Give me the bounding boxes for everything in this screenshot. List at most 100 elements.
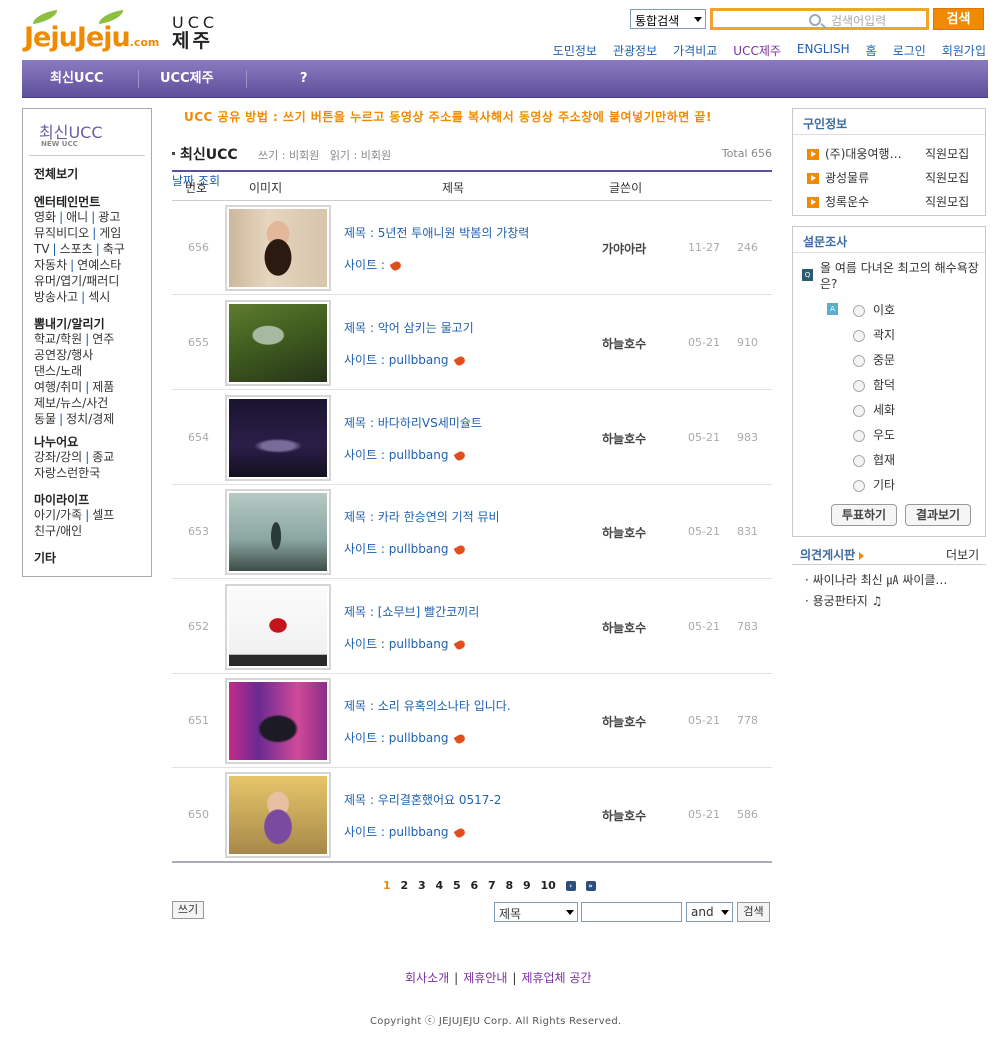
radio-icon[interactable] (853, 329, 865, 342)
nav-link-price[interactable]: 가격비교 (673, 42, 717, 59)
page-link[interactable]: 4 (436, 879, 444, 892)
post-title-link[interactable]: 제목 : 우리결혼했어요 0517-2 (344, 791, 501, 808)
video-thumbnail[interactable] (225, 678, 331, 764)
sidebar-item-all[interactable]: 전체보기 (34, 165, 78, 182)
nav-link-signup[interactable]: 회원가입 (942, 42, 986, 59)
poll-result-button[interactable]: 결과보기 (905, 504, 971, 526)
sidebar-item-friends[interactable]: 친구/애인 (34, 524, 82, 538)
list-item[interactable]: 광성물류 직원모집 (807, 169, 977, 186)
video-thumbnail[interactable] (225, 395, 331, 481)
opinion-more-link[interactable]: 더보기 (946, 546, 979, 563)
nav-link-ucc[interactable]: UCC제주 (733, 42, 781, 59)
sidebar-item-product[interactable]: 제품 (92, 380, 114, 394)
poll-option[interactable]: 이호 (853, 301, 895, 318)
main-nav-latest-ucc[interactable]: 최신UCC (50, 60, 104, 98)
footer-link-company[interactable]: 회사소개 (405, 971, 449, 985)
list-item[interactable]: (주)대웅여행… 직원모집 (807, 145, 977, 162)
sidebar-item-musicvideo[interactable]: 뮤직비디오 (34, 226, 89, 240)
post-title-link[interactable]: 제목 : 소리 유혹의소나타 입니다. (344, 697, 511, 714)
poll-option[interactable]: 세화 (853, 401, 895, 418)
post-site-link[interactable]: 사이트 : pullbbang (344, 635, 466, 652)
post-site-link[interactable]: 사이트 : pullbbang (344, 446, 466, 463)
video-thumbnail[interactable] (225, 584, 331, 670)
sidebar-item-event[interactable]: 공연장/행사 (34, 348, 93, 362)
sidebar-item-school[interactable]: 학교/학원 (34, 332, 82, 346)
poll-option[interactable]: 함덕 (853, 376, 895, 393)
footer-link-partnership[interactable]: 제휴안내 (463, 971, 507, 985)
page-link[interactable]: 2 (401, 879, 409, 892)
post-title-link[interactable]: 제목 : 5년전 투애니원 박봄의 가창력 (344, 224, 529, 241)
video-thumbnail[interactable] (225, 772, 331, 858)
radio-icon[interactable] (853, 379, 865, 392)
page-link[interactable]: 5 (453, 879, 461, 892)
search-scope-select[interactable]: 통합검색 (630, 9, 706, 29)
sidebar-item-accident[interactable]: 방송사고 (34, 290, 78, 304)
sidebar-item-movie[interactable]: 영화 (34, 210, 56, 224)
footer-link-partners[interactable]: 제휴업체 공간 (521, 971, 591, 985)
radio-icon[interactable] (853, 479, 865, 492)
sidebar-item-animal[interactable]: 동물 (34, 412, 56, 426)
page-link[interactable]: 3 (418, 879, 426, 892)
radio-icon[interactable] (853, 429, 865, 442)
search-button[interactable]: 검색 (933, 8, 984, 30)
page-link[interactable]: 10 (541, 879, 556, 892)
sidebar-item-game[interactable]: 게임 (99, 226, 121, 240)
post-site-link[interactable]: 사이트 : pullbbang (344, 351, 466, 368)
page-link[interactable]: 1 (383, 879, 391, 892)
radio-icon[interactable] (853, 354, 865, 367)
radio-icon[interactable] (853, 404, 865, 417)
post-site-link[interactable]: 사이트 : (344, 256, 403, 273)
sidebar-item-politics[interactable]: 정치/경제 (66, 412, 114, 426)
main-nav-help[interactable]: ? (300, 60, 308, 98)
poll-option[interactable]: 중문 (853, 351, 895, 368)
list-item[interactable]: 청록운수 직원모집 (807, 193, 977, 210)
sidebar-item-travel[interactable]: 여행/취미 (34, 380, 82, 394)
next-page-icon[interactable]: › (565, 881, 576, 891)
post-site-link[interactable]: 사이트 : pullbbang (344, 729, 466, 746)
sidebar-item-lecture[interactable]: 강좌/강의 (34, 450, 82, 464)
nav-link-resident[interactable]: 도민정보 (553, 42, 597, 59)
next-block-icon[interactable]: » (585, 881, 596, 891)
search-input[interactable]: 검색어입력 (710, 8, 929, 30)
poll-option[interactable]: 우도 (853, 426, 895, 443)
post-title-link[interactable]: 제목 : 바다하리VS세미슐트 (344, 414, 482, 431)
sidebar-item-ad[interactable]: 광고 (98, 210, 120, 224)
main-nav-ucc-jeju[interactable]: UCC제주 (160, 60, 214, 98)
post-site-link[interactable]: 사이트 : pullbbang (344, 823, 466, 840)
sidebar-item-korea[interactable]: 자랑스런한국 (34, 466, 100, 480)
nav-link-login[interactable]: 로그인 (893, 42, 926, 59)
sidebar-item-etc[interactable]: 기타 (34, 549, 56, 566)
page-link[interactable]: 9 (523, 879, 531, 892)
nav-link-tourism[interactable]: 관광정보 (613, 42, 657, 59)
post-title-link[interactable]: 제목 : 카라 한승연의 기적 뮤비 (344, 508, 500, 525)
sidebar-item-soccer[interactable]: 축구 (103, 242, 125, 256)
poll-option[interactable]: 기타 (853, 476, 895, 493)
poll-option[interactable]: 협재 (853, 451, 895, 468)
search-op-select[interactable]: and (686, 902, 733, 922)
board-search-input[interactable] (581, 902, 682, 922)
post-title-link[interactable]: 제목 : 악어 삼키는 물고기 (344, 319, 474, 336)
sidebar-item-tv[interactable]: TV (34, 242, 50, 256)
sidebar-item-religion[interactable]: 종교 (92, 450, 114, 464)
sidebar-item-perform[interactable]: 연주 (92, 332, 114, 346)
post-site-link[interactable]: 사이트 : pullbbang (344, 540, 466, 557)
vote-button[interactable]: 투표하기 (831, 504, 897, 526)
sidebar-item-sports[interactable]: 스포츠 (60, 242, 93, 256)
nav-link-home[interactable]: 홈 (866, 42, 877, 59)
poll-option[interactable]: 곽지 (853, 326, 895, 343)
video-thumbnail[interactable] (225, 300, 331, 386)
sidebar-item-celeb[interactable]: 연예스타 (77, 258, 121, 272)
site-logo[interactable]: JejuJeju.com (24, 9, 169, 56)
page-link[interactable]: 8 (506, 879, 514, 892)
radio-icon[interactable] (853, 304, 865, 317)
video-thumbnail[interactable] (225, 489, 331, 575)
nav-link-english[interactable]: ENGLISH (797, 42, 850, 59)
sidebar-item-car[interactable]: 자동차 (34, 258, 67, 272)
sidebar-item-self[interactable]: 셀프 (92, 508, 114, 522)
sidebar-item-dance[interactable]: 댄스/노래 (34, 364, 82, 378)
sidebar-item-sexy[interactable]: 섹시 (88, 290, 110, 304)
list-item[interactable]: · 싸이나라 최신 ㎂ 싸이클… (805, 571, 947, 588)
sidebar-item-family[interactable]: 아기/가족 (34, 508, 82, 522)
sidebar-item-anime[interactable]: 애니 (66, 210, 88, 224)
sidebar-item-humor[interactable]: 유머/엽기/패러디 (34, 274, 119, 288)
